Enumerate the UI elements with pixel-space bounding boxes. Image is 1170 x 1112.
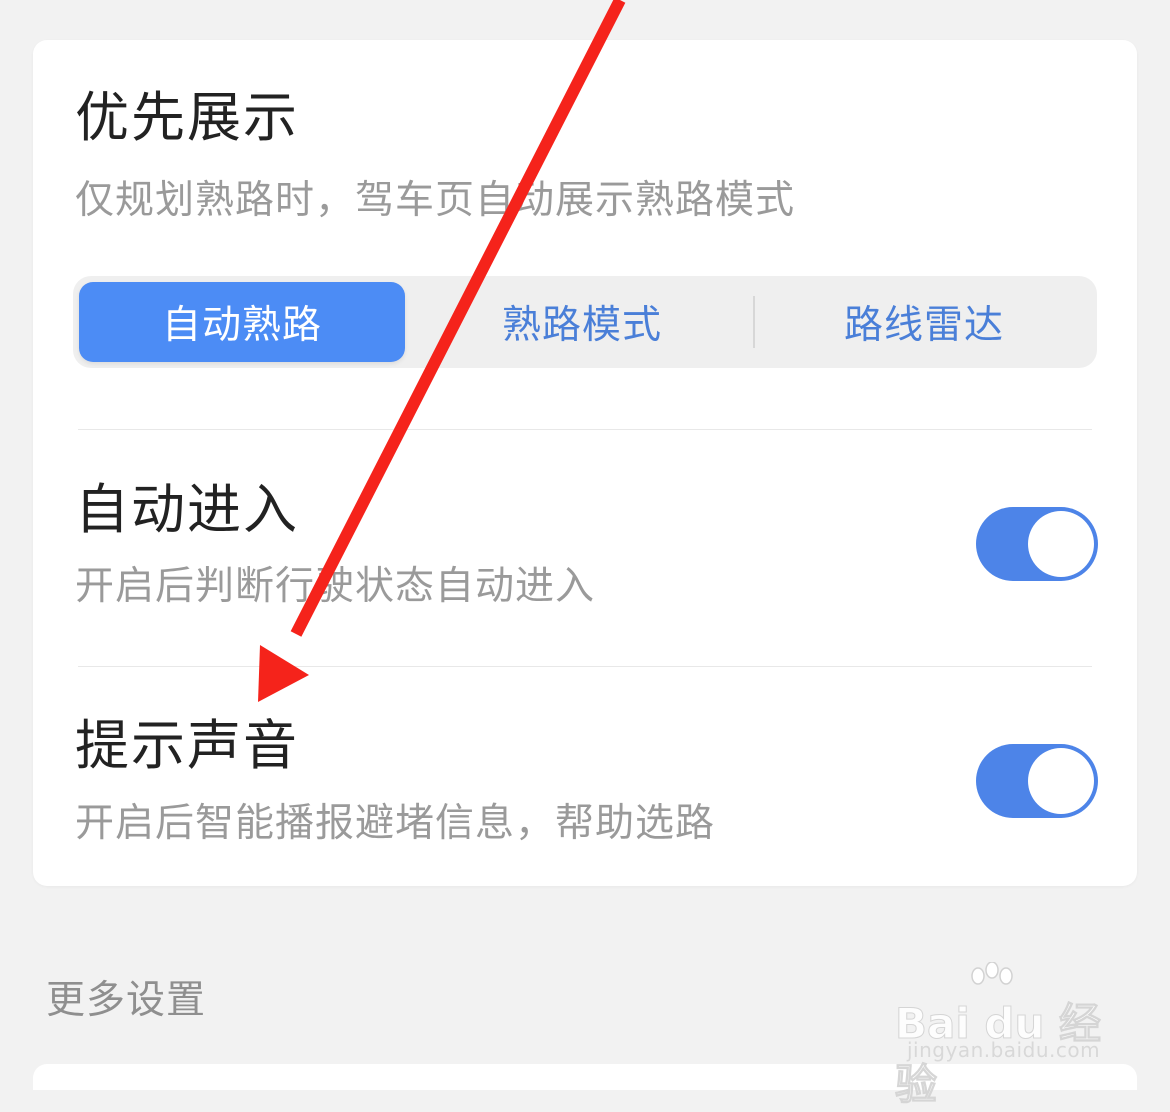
sound-alert-title: 提示声音: [75, 714, 299, 777]
auto-enter-title: 自动进入: [75, 478, 299, 541]
baidu-jingyan-watermark: Bai du 经验 jingyan.baidu.com: [895, 962, 1115, 1110]
toggle-knob: [1028, 748, 1094, 814]
settings-card: 优先展示 仅规划熟路时，驾车页自动展示熟路模式 自动熟路 熟路模式 路线雷达 自…: [33, 40, 1137, 886]
segment-route-radar[interactable]: 路线雷达: [757, 282, 1091, 362]
auto-enter-toggle[interactable]: [976, 507, 1098, 581]
watermark-url: jingyan.baidu.com: [907, 1038, 1101, 1062]
divider: [78, 429, 1092, 430]
priority-display-segmented-control: 自动熟路 熟路模式 路线雷达: [73, 276, 1097, 368]
segment-familiar-route-mode[interactable]: 熟路模式: [413, 282, 751, 362]
segment-divider: [753, 296, 755, 348]
segment-auto-familiar-route[interactable]: 自动熟路: [79, 282, 405, 362]
sound-alert-toggle[interactable]: [976, 744, 1098, 818]
auto-enter-description: 开启后判断行驶状态自动进入: [75, 564, 596, 609]
priority-display-description: 仅规划熟路时，驾车页自动展示熟路模式: [75, 178, 796, 223]
more-settings-header: 更多设置: [46, 978, 207, 1023]
divider: [78, 666, 1092, 667]
priority-display-title: 优先展示: [75, 86, 299, 149]
sound-alert-description: 开启后智能播报避堵信息，帮助选路: [75, 801, 716, 846]
toggle-knob: [1028, 511, 1094, 577]
